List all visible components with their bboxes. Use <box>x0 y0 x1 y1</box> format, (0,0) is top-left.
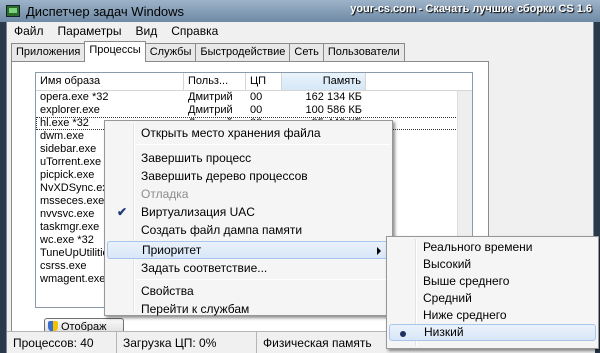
priority-item-label: Средний <box>423 291 472 305</box>
menu-file[interactable]: Файл <box>7 24 51 38</box>
menu-view[interactable]: Вид <box>128 24 164 38</box>
priority-item-low[interactable]: Низкий <box>389 324 596 341</box>
priority-item-below-normal[interactable]: Ниже среднего <box>389 307 596 324</box>
menu-item-properties[interactable]: Свойства <box>107 282 390 300</box>
column-user[interactable]: Польз... <box>184 73 246 90</box>
menu-item-label: Перейти к службам <box>141 302 250 316</box>
watermark-text: your-cs.com - Скачать лучшие сборки CS 1… <box>350 3 592 15</box>
priority-item-above-normal[interactable]: Выше среднего <box>389 273 596 290</box>
column-image-name[interactable]: Имя образа <box>36 73 184 90</box>
menu-item-label: Свойства <box>141 284 194 298</box>
menu-item-label: Открыть место хранения файла <box>141 126 321 140</box>
menu-item-debug: Отладка <box>107 185 390 203</box>
radio-dot-icon <box>400 331 406 337</box>
menu-item-label: Создать файл дампа памяти <box>141 223 303 237</box>
menu-separator <box>135 144 390 145</box>
menu-item-label: Отладка <box>141 187 189 201</box>
process-context-menu: Открыть место хранения файла Завершить пр… <box>104 120 393 316</box>
menu-item-open-file-location[interactable]: Открыть место хранения файла <box>107 124 390 142</box>
priority-item-label: Реального времени <box>423 240 533 254</box>
menu-help[interactable]: Справка <box>164 24 225 38</box>
process-memory: 100 586 КБ <box>305 104 362 116</box>
priority-submenu: Реального времени Высокий Выше среднего Сре… <box>386 236 599 349</box>
task-manager-app-icon <box>6 5 20 17</box>
priority-item-label: Низкий <box>424 325 464 339</box>
status-processes: Процессов: 40 <box>7 332 117 353</box>
tab-performance[interactable]: Быстродействие <box>195 43 291 62</box>
process-name: explorer.exe <box>40 104 100 116</box>
window-title: Диспетчер задач Windows <box>26 3 185 19</box>
menu-item-label: Виртуализация UAC <box>141 205 255 219</box>
process-cpu: 00 <box>250 91 263 103</box>
menu-item-label: Завершить процесс <box>141 151 252 165</box>
process-row[interactable]: opera.exe *32 Дмитрий 00 162 134 КБ <box>36 91 472 104</box>
priority-item-normal[interactable]: Средний <box>389 290 596 307</box>
menu-item-end-process-tree[interactable]: Завершить дерево процессов <box>107 167 390 185</box>
menu-bar: Файл Параметры Вид Справка <box>7 22 593 40</box>
menu-item-label: Задать соответствие... <box>141 261 268 275</box>
tab-strip: Приложения Процессы Службы Быстродействи… <box>11 41 405 62</box>
priority-item-realtime[interactable]: Реального времени <box>389 239 596 256</box>
process-cpu: 00 <box>250 104 263 116</box>
tab-applications[interactable]: Приложения <box>11 43 86 62</box>
column-memory[interactable]: Память <box>282 73 366 90</box>
menu-item-end-process[interactable]: Завершить процесс <box>107 149 390 167</box>
menu-options[interactable]: Параметры <box>51 24 129 38</box>
menu-item-create-dump-file[interactable]: Создать файл дампа памяти <box>107 221 390 239</box>
process-name: opera.exe *32 <box>40 91 109 103</box>
column-cpu[interactable]: ЦП <box>246 73 282 90</box>
process-memory: 162 134 КБ <box>305 91 362 103</box>
tab-users[interactable]: Пользователи <box>322 43 405 62</box>
menu-separator <box>135 279 390 280</box>
process-user: Дмитрий <box>188 91 233 103</box>
process-user: Дмитрий <box>188 104 233 116</box>
priority-item-high[interactable]: Высокий <box>389 256 596 273</box>
menu-item-uac-virtualization[interactable]: ✔ Виртуализация UAC <box>107 203 390 221</box>
menu-item-go-to-services[interactable]: Перейти к службам <box>107 300 390 318</box>
process-row[interactable]: explorer.exe Дмитрий 00 100 586 КБ <box>36 104 472 117</box>
process-list-header: Имя образа Польз... ЦП Память <box>36 73 472 91</box>
submenu-arrow-icon <box>377 247 381 255</box>
priority-item-label: Выше среднего <box>423 274 510 288</box>
priority-item-label: Ниже среднего <box>423 308 507 322</box>
menu-item-set-affinity[interactable]: Задать соответствие... <box>107 259 390 277</box>
tab-network[interactable]: Сеть <box>289 43 324 62</box>
tab-processes[interactable]: Процессы <box>84 41 146 62</box>
checkmark-icon: ✔ <box>116 205 128 219</box>
status-cpu: Загрузка ЦП: 0% <box>117 332 257 353</box>
status-memory: Физическая память <box>263 335 372 350</box>
menu-item-priority[interactable]: Приоритет <box>107 241 390 259</box>
menu-item-label: Приоритет <box>142 243 202 257</box>
tab-services[interactable]: Службы <box>144 43 197 62</box>
menu-item-label: Завершить дерево процессов <box>141 169 308 183</box>
priority-item-label: Высокий <box>423 257 472 271</box>
